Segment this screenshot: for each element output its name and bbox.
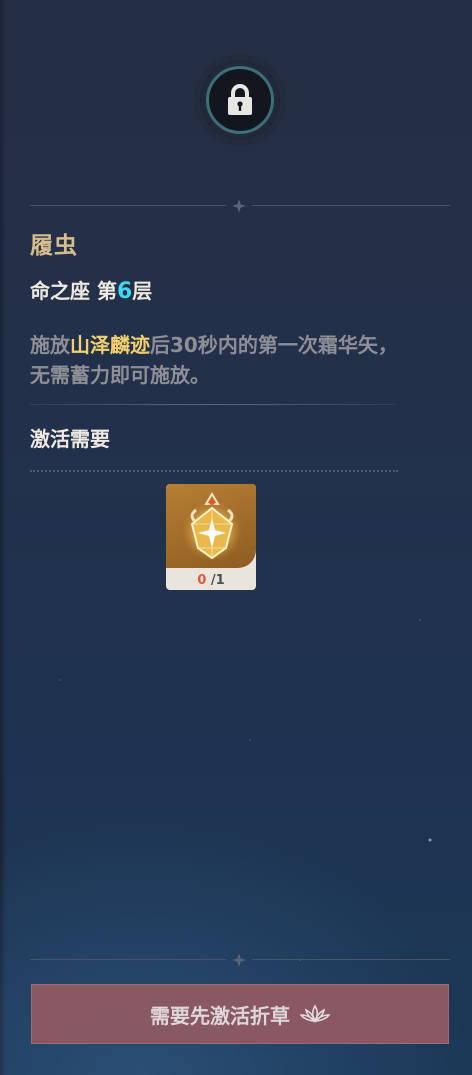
constellation-title: 履虫: [30, 233, 78, 259]
item-count: 0 /1: [166, 573, 256, 588]
level-prefix: 命之座 第: [30, 279, 117, 303]
level-suffix: 层: [132, 279, 153, 303]
requirements-heading: 激活需要: [30, 427, 110, 451]
constellation-description: 施放山泽麟迹后30秒内的第一次霜华矢，无需蓄力即可施放。: [30, 330, 400, 390]
requirements-divider: [30, 470, 398, 472]
constellation-level: 命之座 第6层: [30, 275, 152, 304]
lock-ring: [206, 66, 274, 134]
activate-prerequisite-button[interactable]: 需要先激活折草: [31, 984, 449, 1044]
level-number: 6: [116, 279, 133, 304]
divider-star-icon: [232, 953, 246, 967]
panel-left-edge: [0, 0, 6, 1075]
bottom-divider: [30, 951, 450, 969]
description-divider: [30, 404, 395, 405]
action-button-label: 需要先激活折草: [150, 1003, 290, 1028]
top-divider: [30, 197, 450, 215]
divider-star-icon: [232, 199, 246, 213]
lotus-icon: [300, 1004, 330, 1023]
lock-icon: [228, 84, 252, 115]
constellation-gem-icon: [182, 492, 242, 560]
description-highlight: 山泽麟迹: [70, 333, 150, 357]
description-before: 施放: [30, 333, 70, 357]
item-count-required: 1: [215, 573, 225, 588]
required-item-card[interactable]: 0 /1: [166, 484, 256, 590]
item-art: [166, 484, 256, 568]
constellation-lock-badge: [200, 60, 280, 140]
item-count-current: 0: [197, 573, 207, 588]
